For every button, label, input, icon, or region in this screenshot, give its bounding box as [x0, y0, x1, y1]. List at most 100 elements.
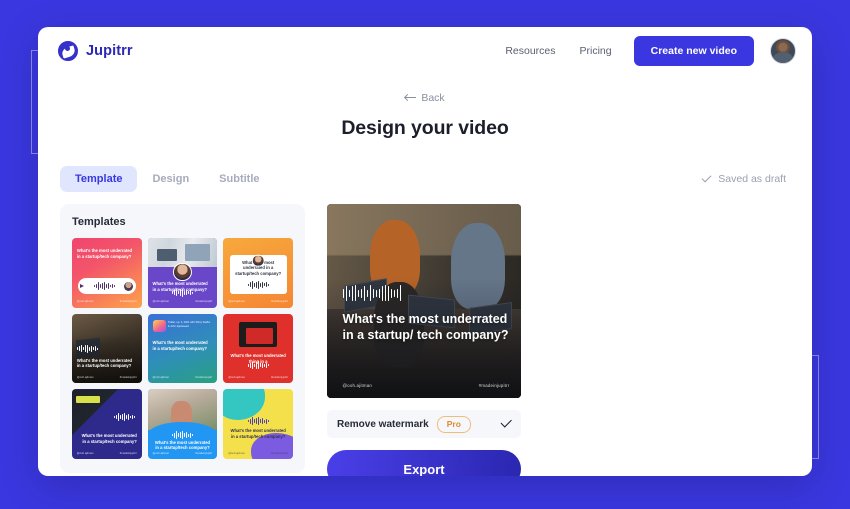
- video-preview[interactable]: What's the most underrated in a startup/…: [327, 204, 521, 398]
- create-new-video-button[interactable]: Create new video: [633, 36, 754, 66]
- template-byline: @ooh.ajitman: [228, 451, 245, 455]
- arrow-left-icon: [405, 94, 417, 101]
- audio-waveform-icon: [171, 431, 193, 440]
- template-byline: @ooh.ajitman: [152, 376, 170, 380]
- templates-panel: Templates What's the most underrated in …: [60, 204, 305, 474]
- template-tag: #madeinjupitrr: [195, 300, 213, 304]
- preview-tag: #madeinjupitrr: [478, 383, 510, 389]
- audio-waveform-wrap: [148, 431, 218, 440]
- audio-waveform-wrap: [223, 417, 293, 426]
- template-byline: @ooh.ajitman: [228, 376, 245, 380]
- user-avatar[interactable]: [770, 38, 796, 64]
- template-thumbnail-4[interactable]: What's the most underrated in a startup/…: [72, 313, 142, 384]
- back-label: Back: [421, 91, 445, 104]
- avatar-thumb: [251, 254, 265, 267]
- check-icon: [701, 172, 712, 183]
- template-photo: [72, 389, 118, 436]
- template-byline: @ooh.ajitman: [76, 451, 94, 455]
- jupitrr-logo-icon: [58, 41, 78, 61]
- template-audio-pill: [77, 277, 137, 295]
- audio-waveform-wrap: [223, 361, 293, 370]
- template-footer: @ooh.ajitman #madeinjupitrr: [153, 452, 213, 456]
- template-footer: @ooh.ajitman #madeinjupitrr: [77, 452, 137, 456]
- template-byline: @ooh.ajitman: [152, 300, 170, 304]
- template-footer: @ooh.ajitman #madeinjupitrr: [77, 376, 137, 380]
- page-title: Design your video: [341, 117, 509, 139]
- tab-bar: Template Design Subtitle Saved as draft: [38, 166, 812, 192]
- brand-logo[interactable]: Jupitrr: [58, 41, 133, 61]
- template-thumbnail-3[interactable]: What's the most underrated in a startup/…: [223, 238, 293, 308]
- templates-grid: What's the most underrated in a startup/…: [72, 238, 293, 460]
- template-byline: @ooh.ajitman: [76, 376, 94, 380]
- template-thumbnail-9[interactable]: What's the most underrated in a startup/…: [223, 389, 293, 459]
- template-tag: #madeinjupitrr: [271, 451, 289, 455]
- template-caption: What's the most underrated in a startup/…: [81, 433, 137, 445]
- templates-panel-title: Templates: [72, 216, 126, 228]
- template-footer: @ooh.ajitman #madeinjupitrr: [153, 300, 213, 304]
- template-byline: @ooh.ajitman: [228, 300, 245, 304]
- template-tag: #madeinjupitrr: [195, 451, 213, 455]
- template-footer: @ooh.ajitman #madeinjupitrr: [228, 376, 288, 380]
- back-row: Back: [38, 88, 812, 106]
- audio-waveform-icon: [84, 282, 124, 291]
- preview-caption: What's the most underrated in a startup/…: [342, 311, 509, 342]
- template-footer: @ooh.ajitman #madeinjupitrr: [77, 300, 137, 304]
- remove-watermark-row[interactable]: Remove watermark Pro: [327, 410, 521, 438]
- template-thumbnail-8[interactable]: What's the most underrated in a startup/…: [147, 389, 218, 460]
- app-window: Jupitrr Resources Pricing Create new vid…: [38, 27, 812, 476]
- preview-footer: @ooh.ajitman #madeinjupitrr: [343, 383, 510, 388]
- template-tag: #madeinjupitrr: [271, 376, 289, 380]
- template-blob-1: [223, 389, 266, 420]
- audio-waveform-icon: [171, 288, 193, 297]
- template-caption: What's the most underrated in a startup/…: [230, 427, 286, 439]
- top-navigation-bar: Jupitrr Resources Pricing Create new vid…: [38, 27, 812, 75]
- tab-design[interactable]: Design: [137, 166, 204, 192]
- audio-waveform-wrap: [148, 288, 218, 297]
- template-card: What's the most underrated in a startup/…: [229, 254, 287, 294]
- template-footer: @ooh.ajitman #madeinjupitrr: [228, 452, 288, 456]
- preview-byline: @ooh.ajitman: [342, 383, 373, 389]
- audio-waveform-icon: [76, 344, 98, 353]
- avatar-thumb: [124, 281, 134, 291]
- template-tag: #madeinjupitrr: [195, 376, 213, 380]
- save-status: Saved as draft: [701, 172, 790, 185]
- template-thumbnail-5[interactable]: Trailer, ep. 3, 2021 with Shiny Sadhu & …: [147, 313, 218, 384]
- back-link[interactable]: Back: [405, 91, 445, 104]
- template-footer: @ooh.ajitman #madeinjupitrr: [228, 300, 288, 304]
- template-album-art: [153, 319, 166, 333]
- nav-links: Resources Pricing: [505, 45, 611, 57]
- save-status-label: Saved as draft: [718, 173, 786, 185]
- template-caption: What's the most underrated in a startup/…: [154, 439, 211, 451]
- brand-name: Jupitrr: [86, 43, 133, 59]
- tab-template[interactable]: Template: [60, 166, 138, 192]
- remove-watermark-label: Remove watermark: [337, 418, 429, 430]
- audio-waveform-icon: [342, 285, 402, 302]
- audio-waveform-wrap: [113, 413, 135, 422]
- nav-link-pricing[interactable]: Pricing: [580, 45, 612, 57]
- content-area: Templates What's the most underrated in …: [38, 204, 812, 476]
- template-byline: @ooh.ajitman: [76, 300, 94, 304]
- audio-waveform-icon: [247, 417, 269, 426]
- avatar-thumb: [173, 263, 192, 282]
- template-tag: #madeinjupitrr: [271, 300, 289, 304]
- check-icon[interactable]: [500, 416, 512, 428]
- template-tag: #madeinjupitrr: [119, 376, 137, 380]
- template-thumbnail-6[interactable]: What's the most underrated thing in a @o…: [223, 313, 293, 384]
- template-caption: What's the most underrated in a startup/…: [76, 248, 133, 260]
- template-byline: @ooh.ajitman: [152, 451, 170, 455]
- template-thumbnail-2[interactable]: What's the most underrated in a startup/…: [147, 238, 218, 308]
- preview-column: What's the most underrated in a startup/…: [327, 204, 521, 476]
- template-tag: #madeinjupitrr: [119, 300, 137, 304]
- pro-badge: Pro: [436, 415, 471, 433]
- export-button[interactable]: Export: [327, 450, 521, 476]
- tab-subtitle[interactable]: Subtitle: [204, 166, 274, 192]
- template-caption: What's the most underrated in a startup/…: [152, 340, 208, 352]
- audio-waveform-icon: [247, 361, 269, 370]
- audio-waveform-icon: [247, 280, 269, 289]
- template-thumbnail-7[interactable]: What's the most underrated in a startup/…: [72, 389, 142, 459]
- template-caption: What's the most underrated in a startup/…: [76, 357, 133, 369]
- audio-waveform-wrap: [76, 344, 98, 353]
- template-meta: Trailer, ep. 3, 2021 with Shiny Sadhu & …: [167, 320, 211, 328]
- nav-link-resources[interactable]: Resources: [505, 45, 555, 57]
- template-thumbnail-1[interactable]: What's the most underrated in a startup/…: [72, 238, 142, 308]
